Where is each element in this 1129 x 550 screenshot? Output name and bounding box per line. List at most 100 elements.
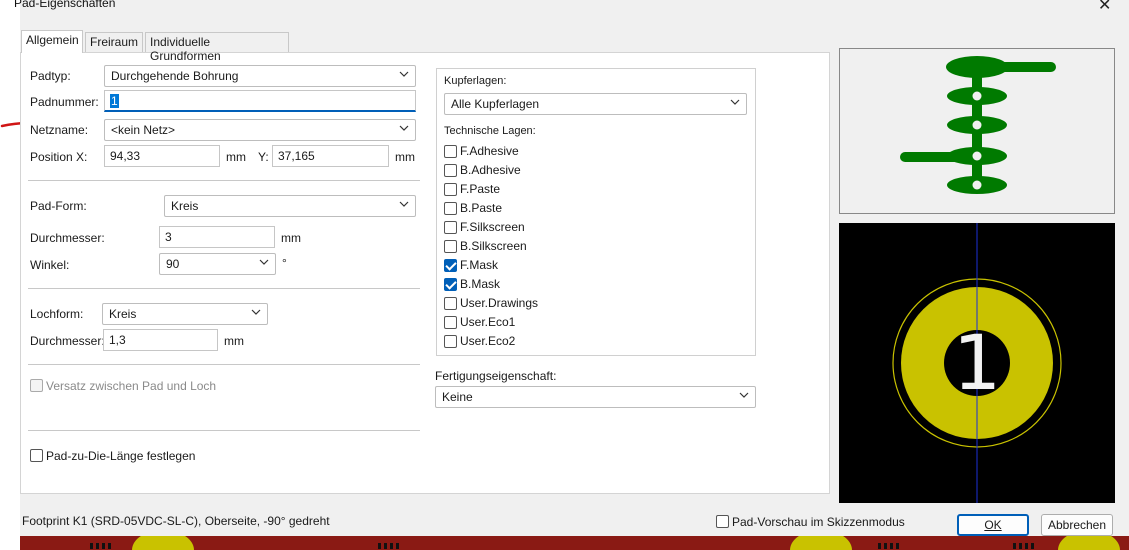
hole-diameter-input[interactable]: 1,3 — [103, 329, 218, 351]
separator — [28, 430, 420, 431]
separator — [28, 364, 420, 365]
background-trace — [90, 543, 112, 549]
netname-value: <kein Netz> — [111, 123, 176, 137]
angle-label: Winkel: — [30, 258, 70, 272]
netname-select[interactable]: <kein Netz> — [104, 119, 416, 141]
layer-label: F.Mask — [460, 258, 499, 272]
padtype-select[interactable]: Durchgehende Bohrung — [104, 65, 416, 87]
angle-combo[interactable]: 90 — [159, 253, 276, 275]
posy-unit: mm — [395, 150, 415, 164]
padnumber-value: 1 — [110, 94, 119, 108]
layer-checkbox[interactable] — [444, 145, 457, 158]
posx-input[interactable]: 94,33 — [104, 145, 220, 167]
layer-checkbox[interactable] — [444, 259, 457, 272]
holeshape-label: Lochform: — [30, 307, 84, 321]
chevron-down-icon — [730, 99, 740, 105]
layer-checkbox[interactable] — [444, 183, 457, 196]
layer-item[interactable]: User.Eco2 — [444, 334, 594, 350]
sketch-mode-label: Pad-Vorschau im Skizzenmodus — [732, 515, 905, 529]
posx-unit: mm — [226, 150, 246, 164]
titlebar — [20, 0, 1129, 18]
padshape-select[interactable]: Kreis — [164, 195, 416, 217]
layer-checkbox[interactable] — [444, 335, 457, 348]
layer-item[interactable]: B.Paste — [444, 201, 594, 217]
layer-item[interactable]: F.Mask — [444, 258, 594, 274]
chevron-down-icon — [399, 71, 409, 77]
chevron-down-icon — [259, 259, 269, 265]
layer-checkbox[interactable] — [444, 316, 457, 329]
offset-checkbox[interactable] — [30, 379, 43, 392]
layer-item[interactable]: B.Adhesive — [444, 163, 594, 179]
posy-input[interactable]: 37,165 — [272, 145, 389, 167]
cancel-button[interactable]: Abbrechen — [1041, 514, 1113, 536]
posx-label: Position X: — [30, 150, 88, 164]
layer-label: F.Silkscreen — [460, 220, 525, 234]
layer-checkbox[interactable] — [444, 164, 457, 177]
background-trace — [878, 543, 900, 549]
layer-checkbox[interactable] — [444, 297, 457, 310]
footprint-status: Footprint K1 (SRD-05VDC-SL-C), Oberseite… — [22, 514, 330, 528]
padnumber-label: Padnummer: — [30, 95, 99, 109]
separator — [28, 288, 420, 289]
pad-die-checkbox[interactable] — [30, 449, 43, 462]
offset-label: Versatz zwischen Pad und Loch — [46, 379, 217, 393]
chevron-down-icon — [251, 309, 261, 315]
tab-clearance[interactable]: Freiraum — [85, 32, 143, 52]
layer-item[interactable]: F.Paste — [444, 182, 594, 198]
layer-item[interactable]: F.Adhesive — [444, 144, 594, 160]
layer-label: B.Silkscreen — [460, 239, 527, 253]
fab-select[interactable]: Keine — [435, 386, 756, 408]
cancel-label: Abbrechen — [1047, 518, 1107, 532]
diameter-unit: mm — [281, 231, 301, 245]
pad-preview-drawing: 1 — [892, 223, 1062, 503]
layer-item[interactable]: F.Silkscreen — [444, 220, 594, 236]
layer-item[interactable]: B.Silkscreen — [444, 239, 594, 255]
layer-label: B.Mask — [460, 277, 501, 291]
layer-checkbox[interactable] — [444, 240, 457, 253]
footprint-preview — [839, 48, 1115, 214]
pad-die-label: Pad-zu-Die-Länge festlegen — [46, 449, 196, 463]
layer-item[interactable]: User.Eco1 — [444, 315, 594, 331]
layer-checkbox[interactable] — [444, 278, 457, 291]
tab-custom-shapes[interactable]: Individuelle Grundformen — [145, 32, 289, 63]
pad-preview: 1 — [839, 223, 1115, 503]
separator — [28, 180, 420, 181]
padtype-label: Padtyp: — [30, 69, 71, 83]
holeshape-select[interactable]: Kreis — [102, 303, 268, 325]
tab-general[interactable]: Allgemein — [21, 30, 83, 53]
layer-label: User.Eco2 — [460, 334, 516, 348]
fab-value: Keine — [442, 390, 473, 404]
copper-label: Kupferlagen: — [444, 75, 507, 87]
padnumber-input[interactable]: 1 — [104, 90, 416, 112]
dialog-title: Pad-Eigenschaften — [14, 0, 116, 10]
hole-diameter-unit: mm — [224, 334, 244, 348]
layer-item[interactable]: B.Mask — [444, 277, 594, 293]
sketch-mode-checkbox[interactable] — [716, 515, 729, 528]
layer-checkbox[interactable] — [444, 202, 457, 215]
padshape-value: Kreis — [171, 199, 199, 213]
close-icon[interactable]: ✕ — [1098, 0, 1111, 15]
chevron-down-icon — [739, 392, 749, 398]
layer-label: B.Adhesive — [460, 163, 521, 177]
diameter-label: Durchmesser: — [30, 231, 105, 245]
ok-button[interactable]: OK — [957, 514, 1029, 536]
copper-value: Alle Kupferlagen — [451, 97, 540, 111]
layer-item[interactable]: User.Drawings — [444, 296, 594, 312]
tech-layers-label: Technische Lagen: — [444, 125, 536, 137]
layer-label: B.Paste — [460, 201, 503, 215]
netname-label: Netzname: — [30, 123, 89, 137]
hole-diameter-label: Durchmesser: — [30, 334, 105, 348]
pad-number-label: 1 — [953, 318, 1001, 407]
layer-label: User.Eco1 — [460, 315, 516, 329]
posy-label: Y: — [258, 150, 269, 164]
diameter-input[interactable]: 3 — [159, 226, 275, 248]
copper-select[interactable]: Alle Kupferlagen — [444, 93, 747, 115]
angle-value: 90 — [166, 257, 180, 271]
holeshape-value: Kreis — [109, 307, 137, 321]
ok-label: OK — [984, 518, 1002, 532]
layer-label: User.Drawings — [460, 296, 539, 310]
fab-label: Fertigungseigenschaft: — [435, 369, 557, 383]
left-edge — [0, 0, 20, 550]
layer-checkbox[interactable] — [444, 221, 457, 234]
background-trace — [378, 543, 400, 549]
